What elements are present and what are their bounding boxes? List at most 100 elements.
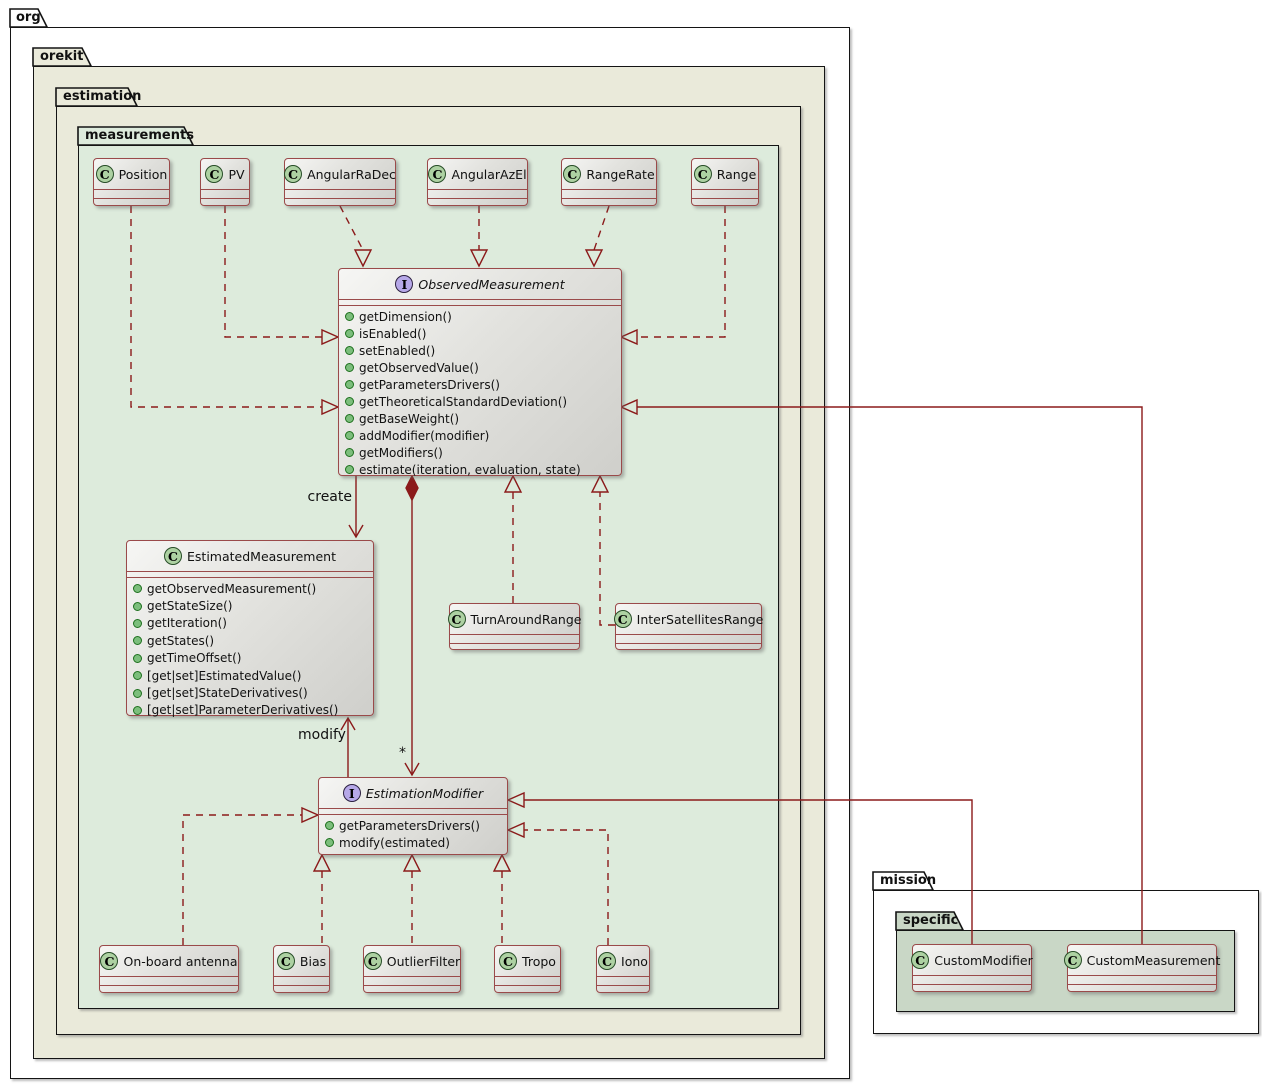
method-text: getModifiers() bbox=[359, 446, 443, 460]
class-title: C OutlierFilter bbox=[364, 946, 460, 977]
fields-compartment bbox=[285, 190, 395, 198]
method-row: getStates() bbox=[133, 632, 368, 649]
method-text: getObservedMeasurement() bbox=[147, 582, 316, 596]
method-row: getBaseWeight() bbox=[345, 410, 616, 427]
methods-compartment bbox=[285, 198, 395, 207]
class-icon: C bbox=[164, 547, 182, 565]
class-iono: C Iono bbox=[596, 945, 650, 993]
class-title: C InterSatellitesRange bbox=[616, 604, 761, 635]
methods-compartment bbox=[692, 198, 758, 207]
visibility-dot bbox=[345, 431, 354, 440]
method-row: getParametersDrivers() bbox=[325, 817, 502, 834]
package-label-specific: specific bbox=[903, 913, 958, 928]
interface-observed-measurement: I ObservedMeasurement getDimension() isEn… bbox=[338, 268, 622, 476]
visibility-dot bbox=[345, 448, 354, 457]
methods-compartment bbox=[913, 984, 1031, 993]
class-icon: C bbox=[205, 165, 223, 183]
method-text: getTimeOffset() bbox=[147, 651, 242, 665]
class-name: Iono bbox=[621, 954, 648, 969]
method-text: [get|set]StateDerivatives() bbox=[147, 686, 308, 700]
package-label-orekit: orekit bbox=[40, 49, 83, 64]
visibility-dot bbox=[133, 584, 142, 593]
method-row: getModifiers() bbox=[345, 444, 616, 461]
method-row: getObservedMeasurement() bbox=[133, 580, 368, 597]
method-text: getTheoreticalStandardDeviation() bbox=[359, 395, 567, 409]
class-custom-measurement: C CustomMeasurement bbox=[1067, 944, 1217, 992]
method-text: setEnabled() bbox=[359, 344, 435, 358]
fields-compartment bbox=[1068, 976, 1216, 984]
visibility-dot bbox=[345, 312, 354, 321]
class-title: C CustomMeasurement bbox=[1068, 945, 1216, 976]
visibility-dot bbox=[133, 671, 142, 680]
methods-compartment bbox=[274, 985, 329, 994]
edge-label-modify: modify bbox=[298, 727, 344, 743]
method-text: [get|set]ParameterDerivatives() bbox=[147, 703, 338, 717]
class-title: C PV bbox=[201, 159, 249, 190]
class-icon: C bbox=[563, 165, 581, 183]
visibility-dot bbox=[133, 654, 142, 663]
fields-compartment bbox=[201, 190, 249, 198]
method-row: [get|set]StateDerivatives() bbox=[133, 684, 368, 701]
method-text: modify(estimated) bbox=[339, 836, 450, 850]
method-text: isEnabled() bbox=[359, 327, 426, 341]
fields-compartment bbox=[692, 190, 758, 198]
fields-compartment bbox=[597, 977, 649, 985]
method-row: estimate(iteration, evaluation, state) bbox=[345, 461, 616, 478]
class-name: CustomModifier bbox=[934, 953, 1032, 968]
class-name: Tropo bbox=[522, 954, 556, 969]
method-row: addModifier(modifier) bbox=[345, 427, 616, 444]
class-title: C On-board antenna bbox=[100, 946, 238, 977]
class-title: C Position bbox=[94, 159, 169, 190]
visibility-dot bbox=[345, 380, 354, 389]
fields-compartment bbox=[274, 977, 329, 985]
class-bias: C Bias bbox=[273, 945, 330, 993]
methods-compartment bbox=[100, 985, 238, 994]
interface-name: EstimationModifier bbox=[366, 786, 483, 801]
class-icon: C bbox=[428, 165, 446, 183]
class-title: C AngularAzEl bbox=[428, 159, 527, 190]
visibility-dot bbox=[345, 397, 354, 406]
methods-list: getDimension() isEnabled() setEnabled() get… bbox=[339, 306, 621, 481]
methods-compartment bbox=[495, 985, 560, 994]
method-row: getParametersDrivers() bbox=[345, 376, 616, 393]
interface-title: I ObservedMeasurement bbox=[339, 269, 621, 300]
methods-list: getParametersDrivers() modify(estimated) bbox=[319, 815, 507, 854]
fields-compartment bbox=[428, 190, 527, 198]
edge-label-create: create bbox=[306, 489, 352, 505]
uml-diagram: org orekit estimation measurements missi… bbox=[0, 0, 1262, 1086]
method-row: setEnabled() bbox=[345, 342, 616, 359]
method-text: getParametersDrivers() bbox=[359, 378, 500, 392]
class-name: AngularRaDec bbox=[307, 167, 396, 182]
methods-compartment bbox=[364, 985, 460, 994]
class-icon: C bbox=[1064, 951, 1082, 969]
visibility-dot bbox=[345, 329, 354, 338]
class-name: Range bbox=[717, 167, 757, 182]
class-onboard-antenna: C On-board antenna bbox=[99, 945, 239, 993]
package-label-measurements: measurements bbox=[85, 128, 194, 143]
methods-list: getObservedMeasurement()getStateSize()ge… bbox=[127, 578, 373, 722]
class-name: Position bbox=[119, 167, 168, 182]
class-name: TurnAroundRange bbox=[471, 612, 582, 627]
visibility-dot bbox=[345, 414, 354, 423]
interface-icon: I bbox=[395, 275, 413, 293]
class-icon: C bbox=[614, 610, 632, 628]
interface-title: I EstimationModifier bbox=[319, 778, 507, 809]
visibility-dot bbox=[133, 602, 142, 611]
class-icon: C bbox=[284, 165, 302, 183]
class-title: C Iono bbox=[597, 946, 649, 977]
method-text: getIteration() bbox=[147, 616, 227, 630]
methods-compartment bbox=[562, 198, 656, 207]
methods-compartment bbox=[450, 643, 579, 652]
fields-compartment bbox=[495, 977, 560, 985]
method-row: [get|set]ParameterDerivatives() bbox=[133, 702, 368, 719]
method-text: getObservedValue() bbox=[359, 361, 479, 375]
class-title: C AngularRaDec bbox=[285, 159, 395, 190]
class-icon: C bbox=[277, 952, 295, 970]
method-row: getTimeOffset() bbox=[133, 650, 368, 667]
class-icon: C bbox=[364, 952, 382, 970]
method-row: [get|set]EstimatedValue() bbox=[133, 667, 368, 684]
method-row: getDimension() bbox=[345, 308, 616, 325]
package-label-estimation: estimation bbox=[63, 89, 141, 104]
class-icon: C bbox=[448, 610, 466, 628]
class-title: C TurnAroundRange bbox=[450, 604, 579, 635]
